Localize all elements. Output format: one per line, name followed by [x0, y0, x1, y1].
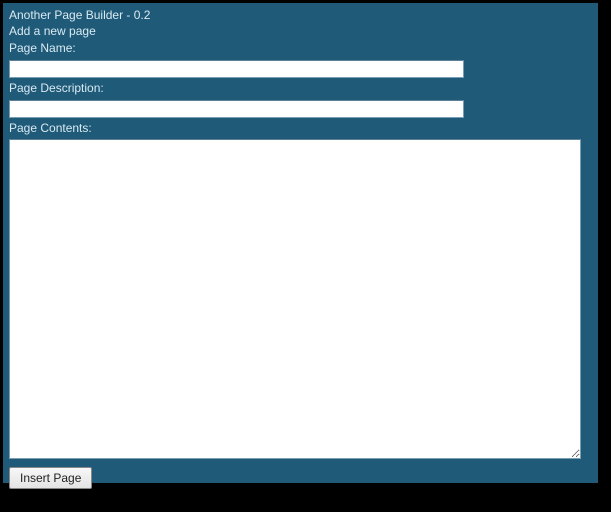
- page-contents-label: Page Contents:: [9, 121, 592, 135]
- app-title: Another Page Builder - 0.2: [9, 8, 592, 24]
- insert-page-button[interactable]: Insert Page: [9, 467, 92, 489]
- main-panel: Another Page Builder - 0.2 Add a new pag…: [3, 3, 598, 483]
- page-description-input[interactable]: [9, 100, 464, 118]
- page-contents-input[interactable]: [9, 139, 581, 459]
- page-name-label: Page Name:: [9, 41, 592, 55]
- page-description-label: Page Description:: [9, 81, 592, 95]
- page-subtitle: Add a new page: [9, 24, 592, 40]
- page-name-input[interactable]: [9, 60, 464, 78]
